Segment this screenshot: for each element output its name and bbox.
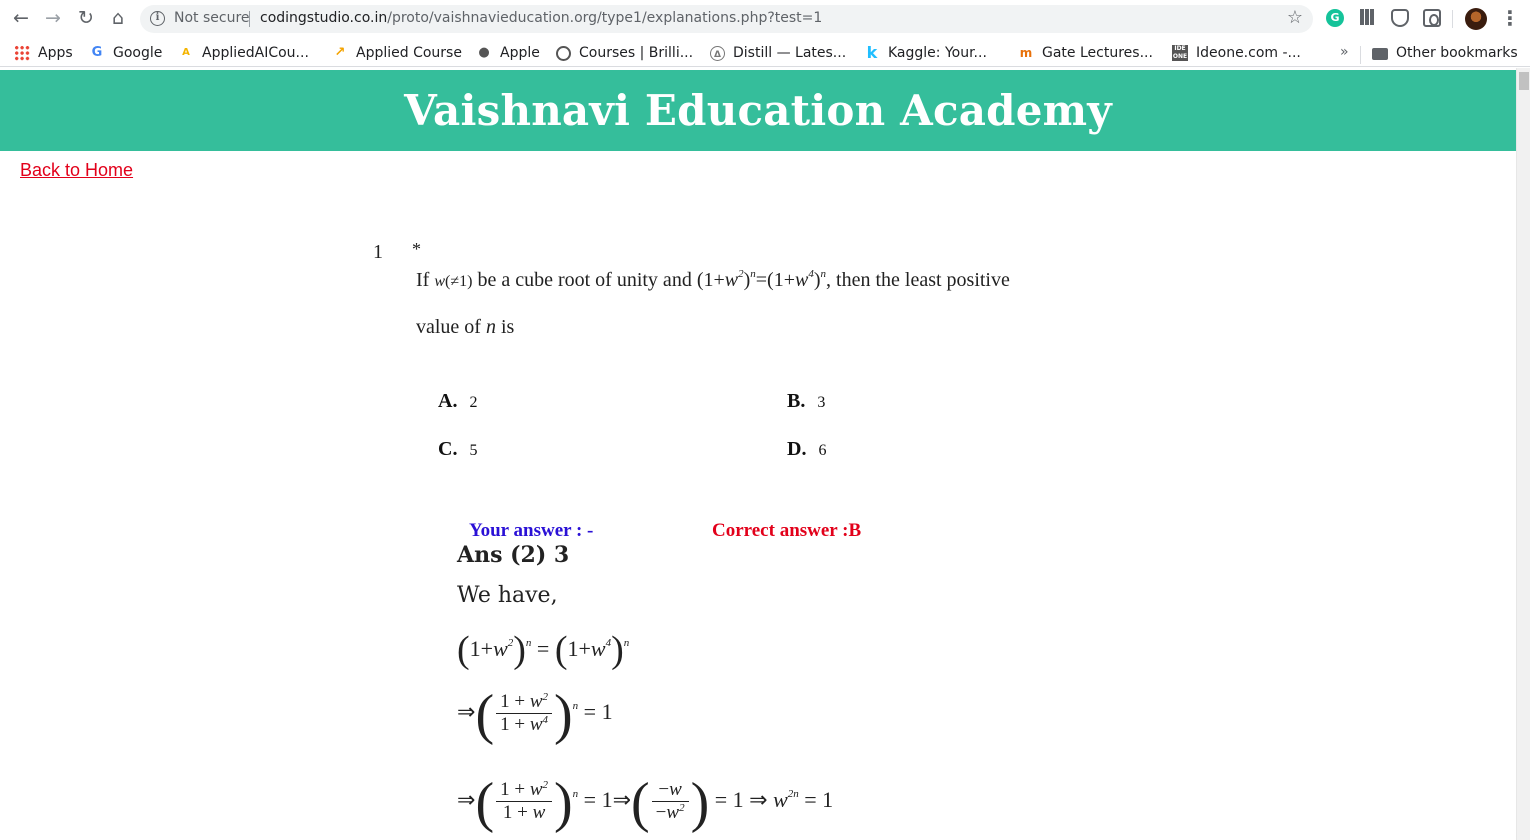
appliedai-icon: A [182, 47, 190, 58]
bookmark-kaggle[interactable]: k Kaggle: Your... [864, 43, 987, 63]
apple-icon: ● [478, 45, 490, 60]
other-bookmarks[interactable]: Other bookmarks [1372, 43, 1518, 63]
question-text-line-2: value of n is [416, 316, 515, 338]
reload-icon[interactable]: ↻ [74, 6, 98, 30]
page-scrollbar[interactable] [1516, 68, 1530, 840]
browser-toolbar: ← → ↻ ⌂ i Not secure codingstudio.co.in/… [0, 0, 1530, 37]
bookmarks-bar: Apps G Google A AppliedAICou... ↗ Applied C… [0, 37, 1530, 67]
question-marker: * [412, 239, 421, 259]
url-text[interactable]: codingstudio.co.in/proto/vaishnavieducat… [260, 10, 822, 26]
distill-icon: Δ [710, 45, 725, 61]
bookmark-brilliant[interactable]: Courses | Brilli... [556, 43, 693, 63]
grammarly-icon[interactable]: G [1326, 9, 1344, 27]
option-b[interactable]: B. 3 [787, 390, 825, 413]
math-variable: n [485, 316, 496, 338]
solution-equation-3: ⇒(1 + w2 1 + w)n = 1⇒(−w −w2) = 1 ⇒ w2n = … [457, 772, 834, 834]
divider [1360, 46, 1361, 64]
bookmark-apple[interactable]: ● Apple [476, 43, 540, 63]
google-icon: G [91, 45, 103, 60]
menu-icon[interactable]: ⋮ [1500, 6, 1520, 30]
site-header: Vaishnavi Education Academy [0, 70, 1516, 151]
bookmark-gate-lectures[interactable]: m Gate Lectures... [1018, 43, 1153, 63]
back-arrow-icon[interactable]: ← [9, 6, 33, 30]
star-icon[interactable]: ☆ [1287, 7, 1303, 28]
option-d[interactable]: D. 6 [787, 438, 826, 461]
forward-arrow-icon[interactable]: → [41, 6, 65, 30]
gate-icon: m [1019, 46, 1033, 60]
solution-intro: We have, [457, 583, 558, 608]
back-to-home-link[interactable]: Back to Home [20, 160, 133, 181]
applied-course-icon: ↗ [334, 45, 346, 60]
question-text-line-1: If w(≠1) be a cube root of unity and (1+… [416, 268, 1010, 291]
info-icon[interactable]: i [150, 11, 165, 26]
address-bar[interactable]: i Not secure codingstudio.co.in/proto/va… [140, 5, 1313, 33]
page-viewport: Vaishnavi Education Academy Back to Home… [0, 68, 1516, 840]
solution-equation-1: (1+w2)n = (1+w4)n [457, 629, 630, 671]
home-icon[interactable]: ⌂ [106, 6, 130, 30]
option-a[interactable]: A. 2 [438, 390, 477, 413]
question-number: 1 [373, 241, 383, 263]
bookmark-applied-course[interactable]: ↗ Applied Course [332, 43, 462, 63]
bookmark-distill[interactable]: Δ Distill — Lates... [710, 43, 846, 63]
site-title: Vaishnavi Education Academy [404, 86, 1112, 135]
more-bookmarks-button[interactable]: » [1340, 44, 1349, 60]
profile-avatar[interactable] [1465, 8, 1487, 30]
solution-equation-2: ⇒(1 + w2 1 + w4)n = 1 [457, 684, 613, 746]
extension-bars-icon[interactable] [1360, 9, 1378, 27]
ideone-icon: IDE ONE [1172, 45, 1188, 61]
math-expression: (1+w2)n=(1+w4)n [696, 268, 827, 291]
divider [249, 11, 250, 27]
solution-answer: Ans (2) 3 [457, 542, 570, 568]
folder-icon [1372, 48, 1388, 60]
math-expression: w(≠1) [434, 273, 473, 290]
bookmark-google[interactable]: G Google [89, 43, 163, 63]
option-c[interactable]: C. 5 [438, 438, 477, 461]
your-answer: Your answer : - [469, 520, 594, 541]
scrollbar-thumb[interactable] [1519, 72, 1529, 90]
apps-grid-icon [14, 45, 30, 61]
bookmark-apps[interactable]: Apps [14, 43, 73, 63]
bookmark-ideone[interactable]: IDE ONE Ideone.com -... [1172, 43, 1301, 63]
correct-answer: Correct answer :B [712, 520, 862, 541]
bookmark-appliedai[interactable]: A AppliedAICou... [178, 43, 309, 63]
divider [1452, 10, 1453, 28]
security-label[interactable]: Not secure [174, 10, 250, 26]
shield-icon[interactable] [1391, 9, 1409, 27]
extension-lock-icon[interactable] [1423, 9, 1441, 27]
brilliant-icon [556, 45, 571, 61]
kaggle-icon: k [866, 43, 878, 62]
